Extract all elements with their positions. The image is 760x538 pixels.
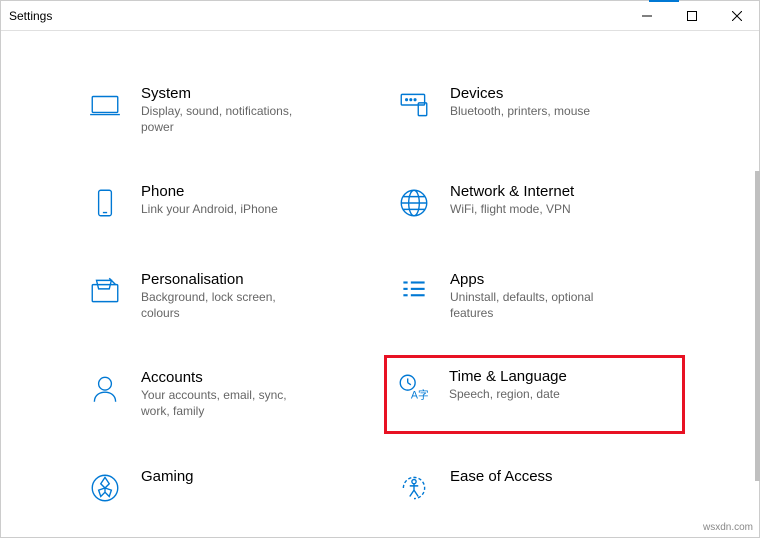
category-title: Gaming xyxy=(141,468,194,485)
vertical-scrollbar[interactable] xyxy=(755,171,760,481)
category-ease-of-access[interactable]: Ease of Access xyxy=(390,464,679,512)
globe-icon xyxy=(394,183,434,223)
category-title: Apps xyxy=(450,271,620,288)
category-desc: Bluetooth, printers, mouse xyxy=(450,104,590,120)
category-title: Network & Internet xyxy=(450,183,574,200)
category-desc: Uninstall, defaults, optional features xyxy=(450,290,620,321)
category-phone[interactable]: Phone Link your Android, iPhone xyxy=(81,179,370,227)
category-title: Phone xyxy=(141,183,278,200)
person-icon xyxy=(85,369,125,409)
category-devices[interactable]: Devices Bluetooth, printers, mouse xyxy=(390,81,679,139)
category-title: System xyxy=(141,85,311,102)
category-desc: Link your Android, iPhone xyxy=(141,202,278,218)
paint-icon xyxy=(85,271,125,311)
ease-of-access-icon xyxy=(394,468,434,508)
time-language-icon: A字 xyxy=(393,368,433,408)
category-personalisation[interactable]: Personalisation Background, lock screen,… xyxy=(81,267,370,325)
category-network[interactable]: Network & Internet WiFi, flight mode, VP… xyxy=(390,179,679,227)
devices-icon xyxy=(394,85,434,125)
categories-grid: System Display, sound, notifications, po… xyxy=(81,81,679,512)
category-title: Personalisation xyxy=(141,271,311,288)
gaming-icon xyxy=(85,468,125,508)
category-title: Time & Language xyxy=(449,368,567,385)
category-accounts[interactable]: Accounts Your accounts, email, sync, wor… xyxy=(81,365,370,423)
apps-icon xyxy=(394,271,434,311)
category-desc: Your accounts, email, sync, work, family xyxy=(141,388,311,419)
window-accent xyxy=(649,0,679,2)
category-desc: WiFi, flight mode, VPN xyxy=(450,202,574,218)
watermark: wsxdn.com xyxy=(703,522,753,533)
svg-text:A字: A字 xyxy=(411,389,429,402)
category-title: Devices xyxy=(450,85,590,102)
close-button[interactable] xyxy=(714,1,759,31)
settings-content: System Display, sound, notifications, po… xyxy=(1,31,759,537)
category-desc: Speech, region, date xyxy=(449,387,567,403)
window-controls xyxy=(624,1,759,30)
category-title: Accounts xyxy=(141,369,311,386)
window-title: Settings xyxy=(9,9,52,23)
titlebar: Settings xyxy=(1,1,759,31)
category-time-language[interactable]: A字 Time & Language Speech, region, date xyxy=(384,355,685,433)
category-system[interactable]: System Display, sound, notifications, po… xyxy=(81,81,370,139)
category-desc: Background, lock screen, colours xyxy=(141,290,311,321)
category-title: Ease of Access xyxy=(450,468,553,485)
maximize-button[interactable] xyxy=(669,1,714,31)
phone-icon xyxy=(85,183,125,223)
system-icon xyxy=(85,85,125,125)
minimize-button[interactable] xyxy=(624,1,669,31)
category-desc: Display, sound, notifications, power xyxy=(141,104,311,135)
category-apps[interactable]: Apps Uninstall, defaults, optional featu… xyxy=(390,267,679,325)
category-gaming[interactable]: Gaming xyxy=(81,464,370,512)
